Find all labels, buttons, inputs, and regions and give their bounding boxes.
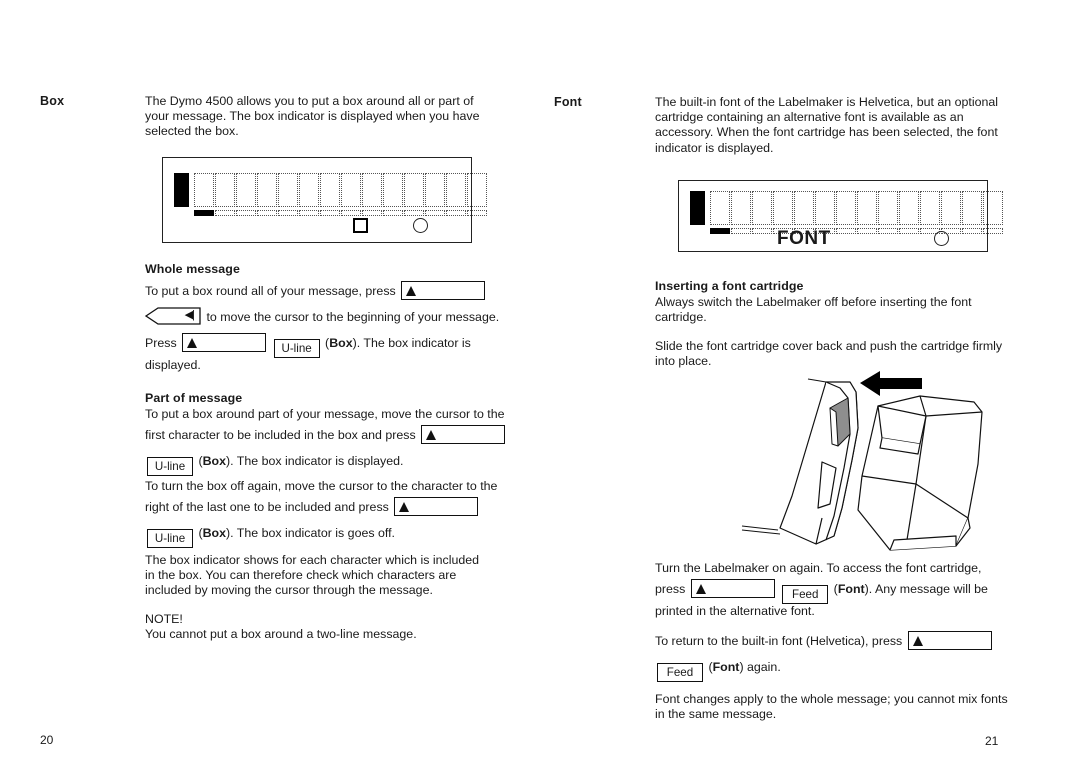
whole-message-line-2-text: to move the cursor to the beginning of y…	[206, 310, 500, 325]
whole-message-line-1: To put a box round all of your message, …	[145, 278, 505, 304]
whole-message-line-1-text: To put a box round all of your message, …	[145, 284, 396, 299]
emphasis-word: Font	[712, 660, 740, 674]
part-message-line-2-text: first character to be included in the bo…	[145, 428, 416, 443]
font-indicator-text: FONT	[777, 228, 831, 249]
u-line-key-glyph: U-line	[273, 339, 320, 359]
part-message-line-3: U-line (Box). The box indicator is displ…	[145, 448, 505, 477]
whole-message-suffix: (Box). The box indicator is	[325, 336, 471, 351]
return-font-line-1: To return to the built-in font (Helvetic…	[655, 628, 1025, 654]
cursor-home-key-glyph: ◀|	[144, 306, 201, 326]
lcd-display-font-indicator: FONT	[678, 180, 1003, 252]
whole-message-line-3: Press U-line (Box). The box indicator is	[145, 330, 505, 359]
emphasis-word: Font	[837, 582, 865, 597]
lcd-cursor-block	[690, 191, 705, 225]
page-number-left: 20	[40, 733, 54, 747]
emphasis-word: Box	[329, 336, 353, 351]
note-body: You cannot put a box around a two-line m…	[145, 626, 417, 641]
box-intro-paragraph: The Dymo 4500 allows you to put a box ar…	[145, 94, 480, 139]
press-word: Press	[145, 336, 177, 351]
access-line-2: press Feed (Font). Any message will be	[655, 576, 1015, 605]
left-page: Box The Dymo 4500 allows you to put a bo…	[0, 0, 540, 762]
u-line-key-glyph: U-line	[147, 529, 193, 549]
u-line-key-glyph: U-line	[147, 457, 193, 477]
cursor-key-arrow-glyph: ◀|	[184, 309, 195, 322]
emphasis-word: Box	[202, 526, 227, 541]
feed-key-glyph: Feed	[657, 663, 703, 682]
press-word: press	[655, 582, 686, 597]
heading-inserting-font-cartridge: Inserting a font cartridge	[655, 279, 804, 293]
shift-key-glyph	[421, 425, 506, 445]
shift-key-glyph	[182, 333, 267, 353]
labelmaker-cartridge-insertion-diagram	[730, 368, 1010, 558]
lcd-cursor-block	[174, 173, 189, 207]
return-font-line-2: Feed (Font) again.	[655, 654, 1025, 682]
page-number-right: 21	[985, 734, 999, 748]
box-off-line-2: right of the last one to be included and…	[145, 494, 505, 520]
font-intro-paragraph: The built-in font of the Labelmaker is H…	[655, 95, 999, 155]
shift-key-glyph	[394, 497, 479, 517]
box-off-line-2-text: right of the last one to be included and…	[145, 500, 389, 515]
shift-key-glyph	[401, 281, 486, 301]
lcd-display-box-indicator	[162, 157, 487, 243]
access-line-1: Turn the Labelmaker on again. To access …	[655, 561, 982, 575]
access-line-2-suffix: (Font). Any message will be	[833, 582, 988, 597]
box-closing-paragraph: The box indicator shows for each charact…	[145, 553, 480, 598]
return-font-line-1-text: To return to the built-in font (Helvetic…	[655, 634, 903, 648]
circle-indicator-icon	[934, 231, 949, 246]
part-message-line-1: To put a box around part of your message…	[145, 407, 505, 422]
circle-indicator-icon	[413, 218, 428, 233]
whole-message-line-2: ◀| to move the cursor to the beginning o…	[144, 304, 505, 330]
box-off-line-3-text: (Box). The box indicator is goes off.	[198, 526, 395, 541]
shift-key-glyph	[907, 631, 992, 650]
box-off-line-3: U-line (Box). The box indicator is goes …	[145, 520, 505, 549]
lcd-character-cells	[174, 173, 488, 216]
return-font-line-2-text: (Font) again.	[708, 660, 781, 674]
box-off-line-1: To turn the box off again, move the curs…	[145, 479, 498, 493]
part-message-line-2: first character to be included in the bo…	[145, 422, 506, 448]
insert-paragraph-1: Always switch the Labelmaker off before …	[655, 295, 972, 325]
insert-paragraph-2: Slide the font cartridge cover back and …	[655, 338, 1003, 368]
access-line-3: printed in the alternative font.	[655, 604, 815, 619]
heading-part-of-message: Part of message	[145, 391, 243, 405]
font-closing-paragraph: Font changes apply to the whole message;…	[655, 692, 1008, 722]
section-label-box: Box	[40, 94, 65, 108]
lcd-character-cells	[690, 191, 1004, 234]
note-heading: NOTE!	[145, 611, 183, 626]
whole-message-line-4: displayed.	[145, 358, 201, 373]
left-arrow-icon	[860, 371, 922, 396]
shift-key-glyph	[690, 579, 775, 599]
part-message-line-3-text: (Box). The box indicator is displayed.	[198, 454, 404, 469]
right-page: Font The built-in font of the Labelmaker…	[540, 0, 1080, 762]
feed-key-glyph: Feed	[782, 585, 829, 605]
section-label-font: Font	[554, 95, 582, 109]
box-indicator-icon	[353, 218, 368, 233]
heading-whole-message: Whole message	[145, 262, 240, 276]
emphasis-word: Box	[202, 454, 227, 469]
